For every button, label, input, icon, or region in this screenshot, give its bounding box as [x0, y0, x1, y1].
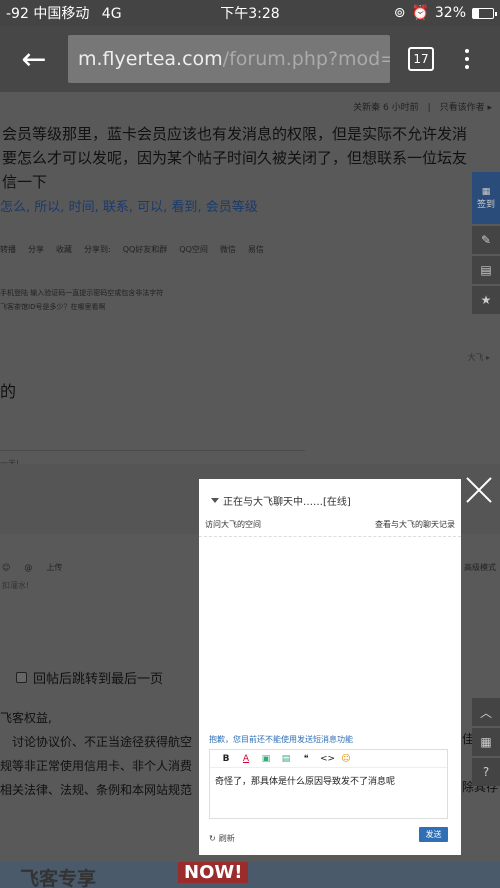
- post-tags: 怎么, 所以, 时间, 联系, 可以, 看到, 会员等级: [0, 200, 258, 215]
- image-icon[interactable]: ▣: [260, 754, 272, 764]
- quote-icon[interactable]: ❝: [300, 754, 312, 764]
- chat-history-link[interactable]: 查看与大飞的聊天记录: [375, 519, 455, 536]
- tag-link[interactable]: 可以: [137, 200, 163, 215]
- post-line: 会员等级那里，蓝卡会员应该也有发消息的权限，但是实际不允许发消: [2, 125, 468, 143]
- chat-links: 访问大飞的空间 查看与大飞的聊天记录: [199, 519, 461, 537]
- document-icon[interactable]: ▤: [472, 256, 500, 284]
- share-repost[interactable]: 转播: [0, 244, 16, 255]
- close-icon[interactable]: [462, 473, 496, 507]
- message-editor: B A ▣ ▤ ❝ <> ☺ 奇怪了，那具体是什么原因导致发不了消息呢: [209, 749, 448, 819]
- help-icon[interactable]: ?: [472, 758, 500, 786]
- tag-link[interactable]: 时间: [69, 200, 95, 215]
- url-path: /forum.php?mod=vi: [222, 48, 390, 70]
- jump-option[interactable]: 回帖后跳转到最后一页: [0, 668, 163, 687]
- tag-link[interactable]: 怎么: [0, 200, 26, 215]
- edit-icon[interactable]: ✎: [472, 226, 500, 254]
- reply-text: 的: [0, 382, 17, 401]
- banner-badge: NOW!: [178, 862, 249, 883]
- tag-link[interactable]: 所以: [34, 200, 60, 215]
- share-qq-friends[interactable]: QQ好友和群: [123, 244, 168, 255]
- permission-warning: 抱歉，您目前还不能使用发送短消息功能: [209, 735, 353, 744]
- advanced-mode-link[interactable]: 高级模式: [464, 562, 496, 573]
- refresh-label: 刷新: [218, 834, 235, 843]
- rotation-lock-icon: ⊚: [393, 5, 406, 21]
- side-toolbar: ▦ 签到 ✎ ▤ ★: [472, 172, 500, 314]
- chat-title-text: 正在与大飞聊天中……[在线]: [223, 497, 351, 508]
- calendar-icon: ▦: [481, 186, 491, 197]
- scroll-top-icon[interactable]: ︿: [472, 698, 500, 726]
- message-editor-toolbar: B A ▣ ▤ ❝ <> ☺: [210, 750, 447, 768]
- send-button[interactable]: 发送: [419, 827, 448, 842]
- back-arrow-icon[interactable]: ←: [0, 26, 68, 92]
- share-wechat[interactable]: 微信: [220, 244, 236, 255]
- refresh-icon: ↻: [209, 834, 216, 843]
- battery-percent: 32%: [434, 5, 466, 21]
- upload-button[interactable]: 上传: [46, 562, 62, 573]
- tab-switcher-button[interactable]: 17: [408, 47, 434, 71]
- share-qq-zone[interactable]: QQ空间: [179, 244, 208, 255]
- address-bar[interactable]: m.flyertea.com/forum.php?mod=vi: [68, 35, 390, 83]
- post-meta: 关新秦 6 小时前 | 只看该作者 ▸: [353, 103, 492, 113]
- mention-icon[interactable]: @: [24, 563, 32, 572]
- emoji-icon[interactable]: ☺: [2, 563, 10, 572]
- bold-icon[interactable]: B: [220, 754, 232, 764]
- sign-in-label: 签到: [476, 199, 495, 210]
- promo-banner[interactable]: 飞客专享 NOW!: [0, 862, 500, 888]
- tag-link[interactable]: 联系: [103, 200, 129, 215]
- tag-link[interactable]: 会员等级: [206, 200, 258, 215]
- code-icon[interactable]: <>: [320, 754, 335, 764]
- side-toolbar-bottom: ︿ ▦ ?: [472, 698, 500, 786]
- browser-toolbar: ← m.flyertea.com/forum.php?mod=vi 17: [0, 26, 500, 92]
- status-bar: -92 中国移动 4G 下午3:28 ⊚ ⏰ 32%: [0, 0, 500, 26]
- sign-in-button[interactable]: ▦ 签到: [472, 172, 500, 224]
- url-host: m.flyertea.com: [78, 48, 223, 70]
- divider: [0, 450, 305, 451]
- collapse-caret-icon[interactable]: [211, 498, 219, 503]
- message-input[interactable]: 奇怪了，那具体是什么原因导致发不了消息呢: [210, 768, 447, 793]
- star-icon[interactable]: ★: [472, 286, 500, 314]
- share-to-label: 分享到:: [84, 245, 111, 254]
- chat-dialog: 正在与大飞聊天中……[在线] 访问大飞的空间 查看与大飞的聊天记录 抱歉，您目前…: [199, 479, 461, 855]
- share-share[interactable]: 分享: [28, 244, 44, 255]
- link-icon[interactable]: ▤: [280, 754, 292, 764]
- related-thread-link[interactable]: 飞客茶馆ID号是多少？在哪里看啊: [0, 300, 163, 314]
- jump-label: 回帖后跳转到最后一页: [33, 672, 164, 687]
- banner-title: 飞客专享: [20, 868, 97, 888]
- font-color-icon[interactable]: A: [240, 754, 252, 764]
- related-threads: 手机登陆 输入验证码一直提示密码空或包含非法字符 飞客茶馆ID号是多少？在哪里看…: [0, 286, 163, 314]
- chat-title: 正在与大飞聊天中……[在线]: [211, 493, 351, 508]
- alarm-icon: ⏰: [411, 5, 429, 21]
- overflow-menu-icon[interactable]: [461, 49, 473, 69]
- tag-link[interactable]: 看到: [171, 200, 197, 215]
- reply-author[interactable]: 大飞 ▸: [467, 352, 490, 363]
- share-favorite[interactable]: 收藏: [56, 244, 72, 255]
- battery-icon: [472, 7, 497, 19]
- share-yixin[interactable]: 易信: [248, 244, 264, 255]
- refresh-button[interactable]: ↻ 刷新: [209, 833, 235, 844]
- visit-space-link[interactable]: 访问大飞的空间: [205, 519, 261, 536]
- post-line: 信一下: [2, 173, 48, 191]
- qr-code-icon[interactable]: ▦: [472, 728, 500, 756]
- jump-checkbox[interactable]: [16, 672, 27, 683]
- post-body: 会员等级那里，蓝卡会员应该也有发消息的权限，但是实际不允许发消 要怎么才可以发呢…: [2, 122, 472, 194]
- smiley-icon[interactable]: ☺: [340, 754, 352, 764]
- related-thread-link[interactable]: 手机登陆 输入验证码一直提示密码空或包含非法字符: [0, 286, 163, 300]
- post-line: 要怎么才可以发呢，因为某个帖子时间久被关闭了，但想联系一位坛友: [2, 149, 468, 167]
- share-bar: 转播 分享 收藏 分享到: QQ好友和群 QQ空间 微信 易信: [0, 244, 264, 255]
